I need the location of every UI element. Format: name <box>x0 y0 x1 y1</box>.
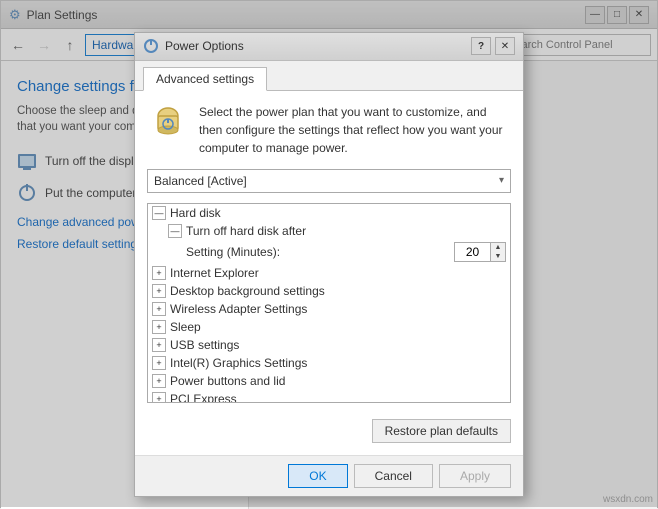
ok-button[interactable]: OK <box>288 464 347 488</box>
dropdown-row: Balanced [Active] ▾ <box>147 169 511 193</box>
cancel-button[interactable]: Cancel <box>354 464 433 488</box>
advanced-settings-tab[interactable]: Advanced settings <box>143 67 267 91</box>
tree-item-pci: + PCI Express <box>148 390 510 403</box>
tree-item-setting: Setting (Minutes): ▲ ▼ <box>148 240 510 264</box>
info-text: Select the power plan that you want to c… <box>199 103 511 157</box>
modal-help-button[interactable]: ? <box>471 37 491 55</box>
tree-label-power-buttons: Power buttons and lid <box>170 374 285 388</box>
tree-label-harddisk: Hard disk <box>170 206 221 220</box>
tree-item-wireless: + Wireless Adapter Settings <box>148 300 510 318</box>
modal-title-controls: ? ✕ <box>471 37 515 55</box>
tree-label-pci: PCI Express <box>170 392 237 403</box>
tree-item-turnoff: — Turn off hard disk after <box>148 222 510 240</box>
tree-item-desktop: + Desktop background settings <box>148 282 510 300</box>
tree-item-usb: + USB settings <box>148 336 510 354</box>
plan-dropdown[interactable]: Balanced [Active] ▾ <box>147 169 511 193</box>
tree-label-desktop: Desktop background settings <box>170 284 325 298</box>
power-options-dialog: Power Options ? ✕ Advanced settings <box>134 32 524 497</box>
tree-label-intel: Intel(R) Graphics Settings <box>170 356 307 370</box>
modal-title-bar: Power Options ? ✕ <box>135 33 523 61</box>
modal-overlay: Power Options ? ✕ Advanced settings <box>1 1 657 507</box>
modal-footer: OK Cancel Apply <box>135 455 523 496</box>
modal-body: Select the power plan that you want to c… <box>135 91 523 455</box>
spinner-down-button[interactable]: ▼ <box>491 252 505 261</box>
tree-minus-turnoff[interactable]: — <box>168 224 182 238</box>
info-section: Select the power plan that you want to c… <box>147 103 511 157</box>
main-window: ⚙ Plan Settings — □ ✕ ← → ↑ Hardware and… <box>0 0 658 508</box>
tree-item-ie: + Internet Explorer <box>148 264 510 282</box>
modal-tabs: Advanced settings <box>135 61 523 91</box>
apply-button[interactable]: Apply <box>439 464 511 488</box>
tree-container[interactable]: — Hard disk — Turn off hard disk after S… <box>147 203 511 403</box>
tree-expand-wireless[interactable]: + <box>152 302 166 316</box>
modal-title-text: Power Options <box>165 39 244 53</box>
restore-plan-defaults-button[interactable]: Restore plan defaults <box>372 419 511 443</box>
power-svg-icon <box>150 106 186 142</box>
tree-label-ie: Internet Explorer <box>170 266 259 280</box>
tree-minus-harddisk[interactable]: — <box>152 206 166 220</box>
tree-label-usb: USB settings <box>170 338 239 352</box>
spinner-control: ▲ ▼ <box>454 242 506 262</box>
tree-item-harddisk: — Hard disk <box>148 204 510 222</box>
tree-expand-pci[interactable]: + <box>152 392 166 403</box>
dropdown-arrow-icon: ▾ <box>499 175 504 186</box>
spinner-arrows: ▲ ▼ <box>490 242 506 262</box>
tree-expand-desktop[interactable]: + <box>152 284 166 298</box>
tree-item-power-buttons: + Power buttons and lid <box>148 372 510 390</box>
modal-close-button[interactable]: ✕ <box>495 37 515 55</box>
modal-title-left: Power Options <box>143 38 244 54</box>
dropdown-value: Balanced [Active] <box>154 174 247 188</box>
spinner-up-button[interactable]: ▲ <box>491 243 505 252</box>
power-options-icon <box>143 38 159 54</box>
spinner-input[interactable] <box>454 242 490 262</box>
tree-expand-intel[interactable]: + <box>152 356 166 370</box>
tree-expand-usb[interactable]: + <box>152 338 166 352</box>
tree-label-wireless: Wireless Adapter Settings <box>170 302 307 316</box>
power-icon-large <box>147 103 189 145</box>
tree-item-intel: + Intel(R) Graphics Settings <box>148 354 510 372</box>
tree-item-sleep: + Sleep <box>148 318 510 336</box>
tree-expand-ie[interactable]: + <box>152 266 166 280</box>
tree-expand-sleep[interactable]: + <box>152 320 166 334</box>
restore-area: ➜ Restore plan defaults <box>147 407 511 443</box>
tree-label-sleep: Sleep <box>170 320 201 334</box>
spinner-label: Setting (Minutes): <box>186 245 448 259</box>
tree-expand-power-buttons[interactable]: + <box>152 374 166 388</box>
tree-label-turnoff: Turn off hard disk after <box>186 224 306 238</box>
